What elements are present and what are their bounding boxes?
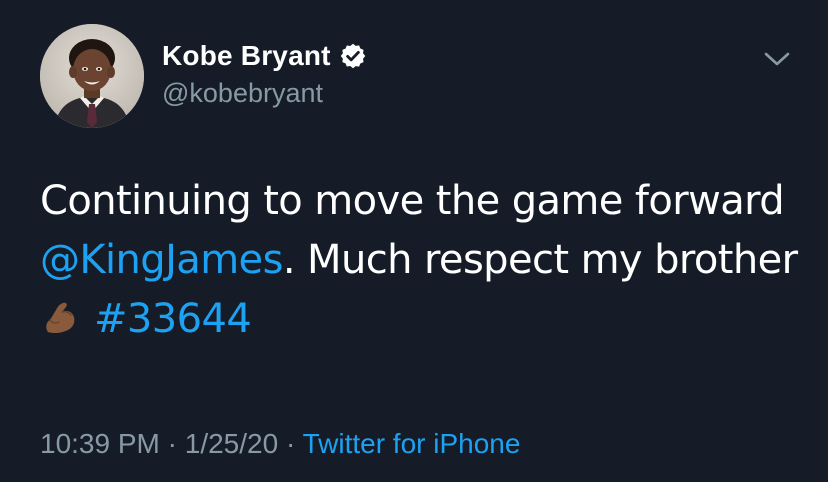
flexed-biceps-icon	[40, 296, 80, 336]
author-name-row: Kobe Bryant	[162, 38, 367, 74]
author-display-name[interactable]: Kobe Bryant	[162, 40, 331, 72]
mention-link[interactable]: @KingJames	[40, 237, 283, 283]
tweet-text-line-2: @KingJames. Much respect my brother	[40, 231, 800, 290]
tweet-text: Continuing to move the game forward @Kin…	[40, 172, 800, 349]
tweet-source-link[interactable]: Twitter for iPhone	[303, 428, 521, 459]
author-handle[interactable]: @kobebryant	[162, 78, 367, 109]
tweet-text-line-3: #33644	[40, 290, 800, 349]
chevron-down-icon[interactable]	[762, 48, 792, 70]
verified-badge-icon	[339, 42, 367, 70]
tweet-date[interactable]: 1/25/20	[185, 428, 278, 459]
tweet-author[interactable]: Kobe Bryant @kobebryant	[162, 38, 367, 109]
tweet-meta: 10:39 PM · 1/25/20 · Twitter for iPhone	[40, 428, 520, 460]
meta-separator: ·	[167, 428, 177, 459]
tweet-text-after-mention: . Much respect my brother	[282, 237, 798, 283]
tweet-time[interactable]: 10:39 PM	[40, 428, 160, 459]
avatar[interactable]	[40, 24, 144, 128]
meta-separator: ·	[285, 428, 296, 459]
avatar-image	[40, 24, 144, 128]
tweet-text-line-1: Continuing to move the game forward	[40, 178, 785, 224]
hashtag-link[interactable]: #33644	[94, 296, 252, 342]
tweet-card: Kobe Bryant @kobebryant Continuing to mo…	[0, 0, 828, 482]
